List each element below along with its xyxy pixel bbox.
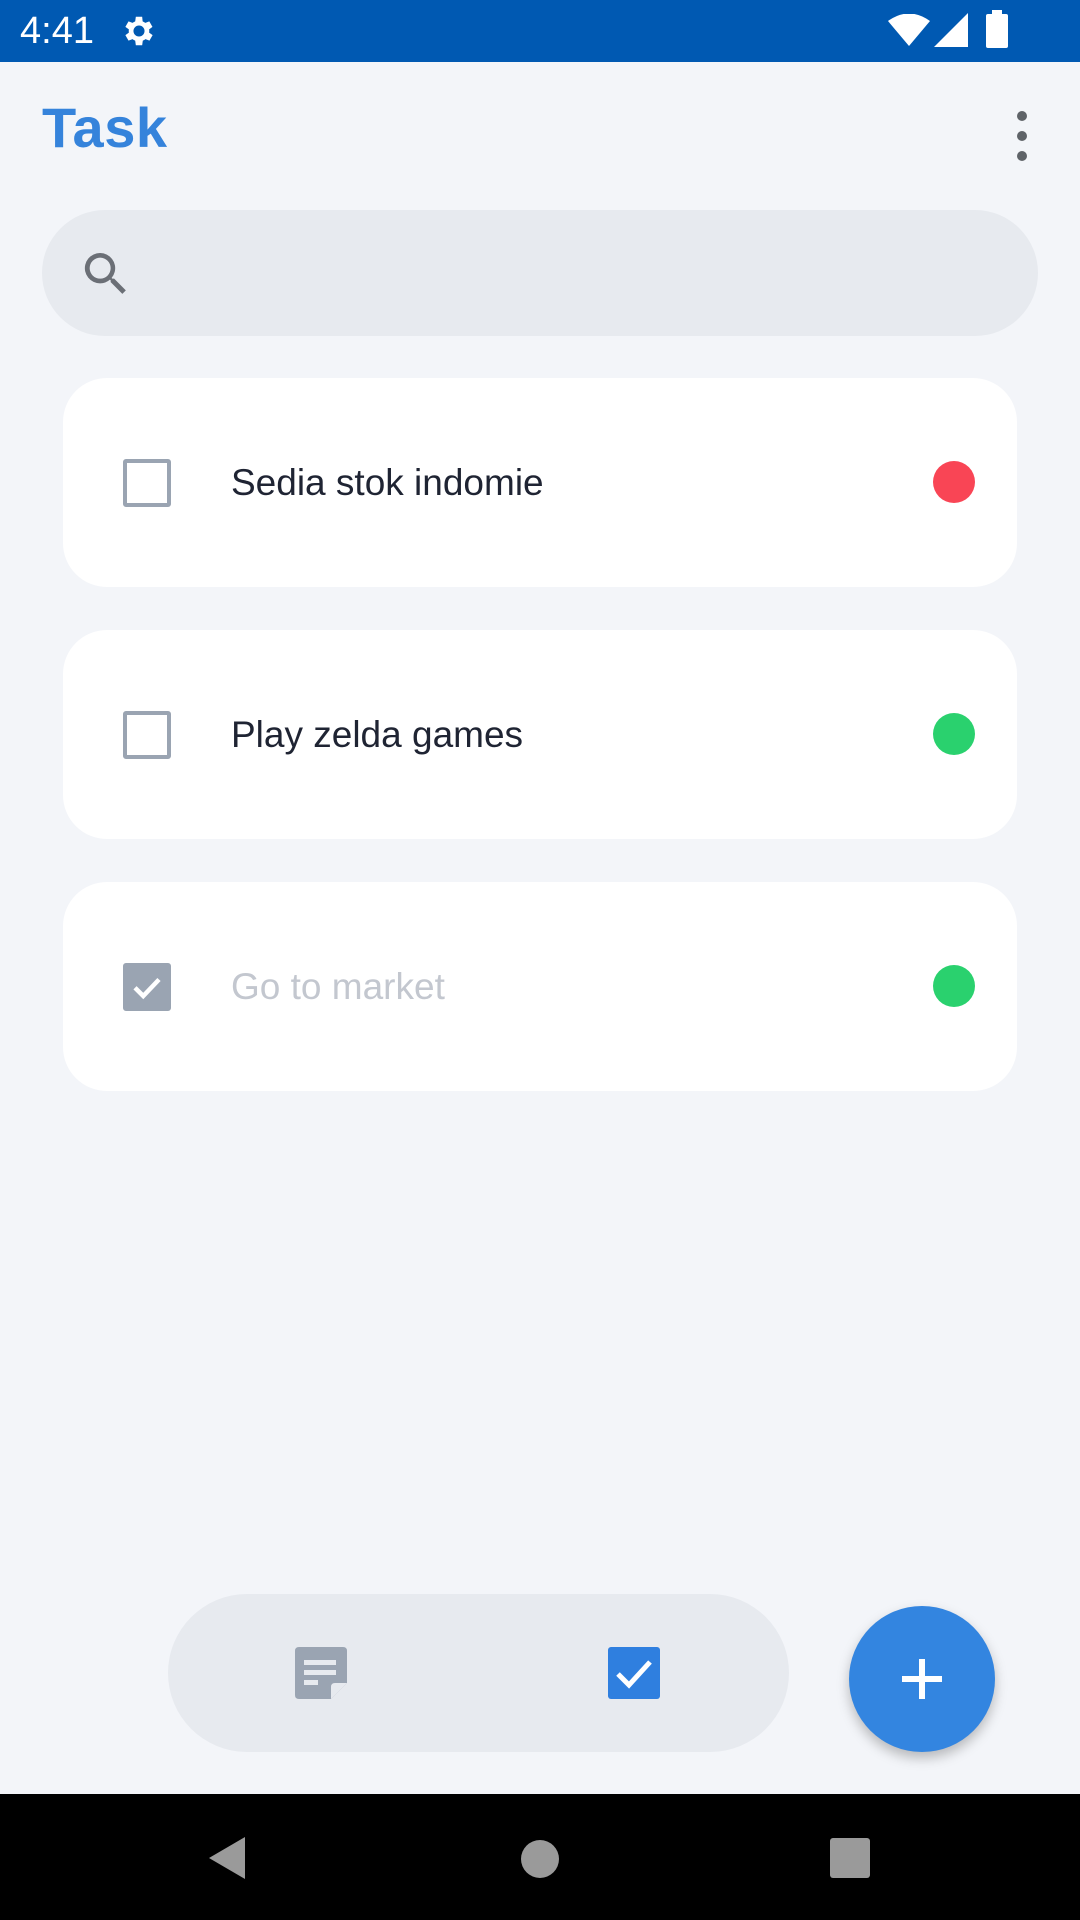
task-checkbox[interactable] [123, 963, 171, 1011]
recent-apps-icon[interactable] [830, 1838, 870, 1878]
bottom-nav [168, 1594, 789, 1752]
checkmark-icon [133, 977, 161, 1000]
search-input[interactable] [152, 240, 996, 308]
status-bar: 4:41 [0, 0, 1080, 62]
priority-indicator [933, 461, 975, 503]
task-checkbox[interactable] [123, 711, 171, 759]
battery-icon [986, 10, 1008, 48]
system-nav-bar [0, 1794, 1080, 1920]
gear-icon [125, 16, 153, 46]
task-card[interactable]: Play zelda games [63, 630, 1017, 839]
task-label: Sedia stok indomie [231, 462, 544, 503]
task-checkbox[interactable] [123, 459, 171, 507]
tasks-checkbox-icon[interactable] [608, 1647, 660, 1699]
back-icon[interactable] [205, 1835, 249, 1881]
page-title: Task [42, 96, 168, 159]
task-card[interactable]: Sedia stok indomie [63, 378, 1017, 587]
home-icon[interactable] [520, 1839, 560, 1879]
search-bar[interactable] [42, 210, 1038, 336]
plus-icon [902, 1659, 942, 1699]
wifi-icon [888, 14, 930, 46]
priority-indicator [933, 713, 975, 755]
search-icon [84, 253, 126, 294]
task-card[interactable]: Go to market [63, 882, 1017, 1091]
priority-indicator [933, 965, 975, 1007]
task-label: Play zelda games [231, 714, 524, 755]
add-task-button[interactable] [849, 1606, 995, 1752]
notes-icon[interactable] [295, 1647, 347, 1699]
more-vertical-icon[interactable] [1002, 108, 1042, 164]
signal-icon [934, 13, 968, 47]
status-time: 4:41 [20, 10, 94, 52]
task-label: Go to market [231, 966, 445, 1007]
